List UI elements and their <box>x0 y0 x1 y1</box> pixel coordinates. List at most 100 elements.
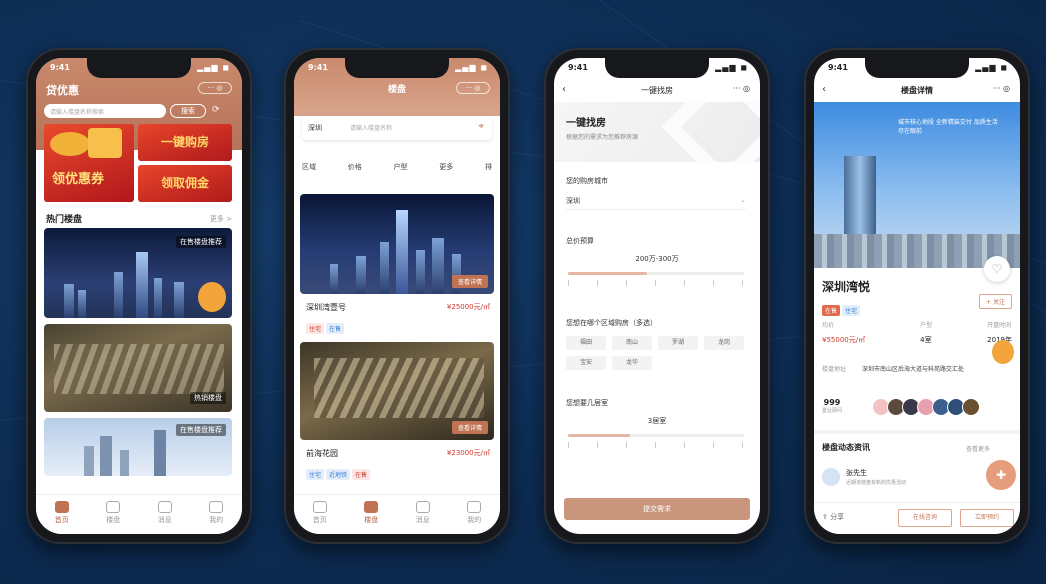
heart-icon[interactable]: ♡ <box>984 256 1010 282</box>
tab-home[interactable]: 首页 <box>312 500 327 525</box>
coupon-icon[interactable] <box>198 282 226 312</box>
card-tag: 热销楼盘 <box>190 392 226 404</box>
tab-profile[interactable]: 我的 <box>467 500 482 525</box>
slider-ticks <box>568 442 744 448</box>
metrics-row: 均价¥55000元/㎡ 户型4室 开盘时间2019年 <box>822 320 1012 345</box>
message-icon <box>415 500 430 513</box>
city-select[interactable]: 深圳 ⌄ <box>566 192 746 210</box>
share-button[interactable]: ⇪ 分享 <box>822 512 844 522</box>
rooms-slider[interactable] <box>568 434 744 437</box>
filter-district[interactable]: 区域 <box>302 162 316 172</box>
listing-tags: 住宅 在售 <box>306 316 346 335</box>
app-title: 贷优惠 <box>46 84 79 97</box>
question-rooms: 您想要几居室 <box>566 399 608 407</box>
building-shape <box>330 264 338 294</box>
phone-home: 9:41 ▂▄▆ ◼ 贷优惠 ··· ◎ 请输入楼盘名称搜索 搜索 ⟳ 领优惠券 … <box>26 48 252 544</box>
listing-image-1[interactable]: 查看详情 <box>300 194 494 294</box>
building-shape <box>114 272 123 318</box>
subheading: 根据您的需求为您推荐房源 <box>566 134 639 141</box>
search-input[interactable]: 请输入楼盘名称 <box>350 123 392 132</box>
district-option[interactable]: 龙华 <box>612 356 652 370</box>
gift-icon <box>88 128 122 158</box>
question-city: 您的购房城市 <box>566 177 608 185</box>
user-icon <box>209 500 224 513</box>
phone-notch <box>345 58 449 78</box>
building-shape <box>356 256 366 294</box>
screen-quick-search: 9:41 ▂▄▆ ◼ ‹ 一键找房 ··· ◎ 一键找房 根据您的需求为您推荐房源… <box>554 58 760 534</box>
phone-detail: 9:41 ▂▄▆ ◼ ‹ 楼盘详情 ··· ◎ 城市核心地段 全新精装交付 品质生… <box>804 48 1030 544</box>
post-summary: 近期该楼盘有新的优惠活动 <box>846 480 907 486</box>
scan-icon[interactable]: ⟳ <box>212 105 220 115</box>
section-title: 热门楼盘 <box>46 215 83 225</box>
building-shape <box>154 430 166 476</box>
district-option[interactable]: 福田 <box>566 336 606 350</box>
search-button[interactable]: 搜索 <box>170 104 206 118</box>
share-icon: ⇪ <box>822 513 831 521</box>
section-more-link[interactable]: 查看更多 <box>966 444 990 453</box>
question-budget: 总价预算 <box>566 237 594 245</box>
listing-card-3[interactable]: 在售楼盘推荐 <box>44 418 232 476</box>
consultant-avatars[interactable] <box>872 398 980 416</box>
budget-slider-fill <box>568 272 648 275</box>
more-menu-icon[interactable]: ··· ◎ <box>733 84 750 93</box>
user-icon <box>467 500 482 513</box>
building-shape <box>100 436 112 476</box>
filter-price[interactable]: 价格 <box>348 162 362 172</box>
property-name: 深圳湾悦 <box>822 280 871 294</box>
rooms-slider-fill <box>568 434 630 437</box>
submit-button[interactable]: 提交需求 <box>564 498 750 520</box>
more-menu-icon[interactable]: ··· ◎ <box>993 84 1010 93</box>
tab-messages[interactable]: 消息 <box>157 500 172 525</box>
budget-value: 200万-300万 <box>635 255 679 263</box>
banner-right-top[interactable]: 一键购房 <box>138 124 232 161</box>
coin-icon <box>50 132 90 156</box>
map-icon[interactable]: ⌖ <box>478 121 484 132</box>
tab-home[interactable]: 首页 <box>54 500 69 525</box>
city-select[interactable]: 深圳 <box>308 123 322 133</box>
filter-layout[interactable]: 户型 <box>394 162 408 172</box>
building-shape <box>120 450 129 476</box>
tab-listings[interactable]: 楼盘 <box>364 500 379 525</box>
filter-sort[interactable]: 排 <box>485 162 492 172</box>
home-icon <box>54 500 69 513</box>
phone-listings: 9:41 ▂▄▆ ◼ 楼盘 ··· ◎ 深圳 请输入楼盘名称 ⌖ 区域 价格 户型… <box>284 48 510 544</box>
search-input[interactable]: 请输入楼盘名称搜索 <box>44 104 166 118</box>
tab-messages[interactable]: 消息 <box>415 500 430 525</box>
tab-profile[interactable]: 我的 <box>209 500 224 525</box>
listing-card-1[interactable]: 在售楼盘推荐 <box>44 228 232 318</box>
listing-card-2[interactable]: 热销楼盘 <box>44 324 232 412</box>
district-option[interactable]: 罗湖 <box>658 336 698 350</box>
listing-name: 前海花园 <box>306 449 338 458</box>
district-option[interactable]: 龙岗 <box>704 336 744 350</box>
district-option[interactable]: 宝安 <box>566 356 606 370</box>
district-options: 福田 南山 罗湖 龙岗 宝安 龙华 <box>566 336 750 370</box>
appointment-button[interactable]: 立即预约 <box>960 509 1014 527</box>
phone-quick-search: 9:41 ▂▄▆ ◼ ‹ 一键找房 ··· ◎ 一键找房 根据您的需求为您推荐房源… <box>544 48 770 544</box>
budget-slider[interactable] <box>568 272 744 275</box>
follow-button[interactable]: + 关注 <box>979 294 1012 309</box>
capsule-menu[interactable]: ··· ◎ <box>198 82 232 94</box>
float-action-icon[interactable]: ✚ <box>986 460 1016 490</box>
district-option[interactable]: 南山 <box>612 336 652 350</box>
screen-listings: 9:41 ▂▄▆ ◼ 楼盘 ··· ◎ 深圳 请输入楼盘名称 ⌖ 区域 价格 户型… <box>294 58 500 534</box>
home-icon <box>312 500 327 513</box>
banner-right-bottom[interactable]: 领取佣金 <box>138 165 232 202</box>
building-icon <box>364 500 379 513</box>
page-title: 一键找房 <box>641 86 673 95</box>
detail-button[interactable]: 查看详情 <box>451 275 488 288</box>
avatar <box>822 468 840 486</box>
section-more-link[interactable]: 更多 > <box>210 214 232 224</box>
detail-button[interactable]: 查看详情 <box>451 421 488 434</box>
banner-left[interactable]: 领优惠券 <box>44 124 134 202</box>
listing-price: ¥23000元/㎡ <box>446 449 490 457</box>
coupon-icon[interactable] <box>992 340 1014 364</box>
card-tag: 在售楼盘推荐 <box>176 236 226 248</box>
capsule-menu[interactable]: ··· ◎ <box>456 82 490 94</box>
building-shape <box>380 242 389 294</box>
filter-more[interactable]: 更多 <box>439 162 453 172</box>
listing-image-2[interactable]: 查看详情 <box>300 342 494 440</box>
building-shape <box>84 446 94 476</box>
building-shape <box>64 284 74 318</box>
consult-button[interactable]: 在线咨询 <box>898 509 952 527</box>
tab-listings[interactable]: 楼盘 <box>106 500 121 525</box>
